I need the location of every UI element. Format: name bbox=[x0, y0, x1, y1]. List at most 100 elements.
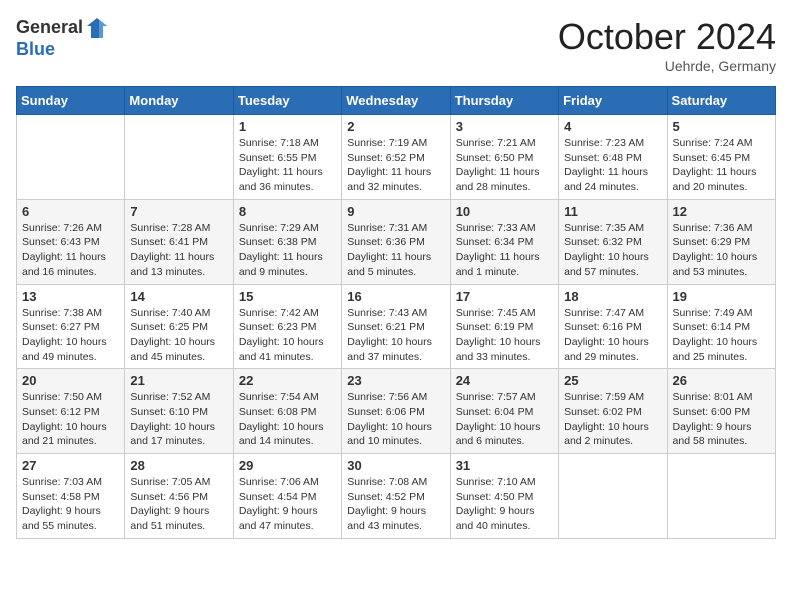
calendar-cell: 25 Sunrise: 7:59 AMSunset: 6:02 PMDayligh… bbox=[559, 369, 667, 454]
logo: General Blue bbox=[16, 16, 109, 60]
logo-icon bbox=[85, 16, 109, 40]
calendar-cell bbox=[667, 454, 775, 539]
day-number: 9 bbox=[347, 204, 444, 219]
calendar-cell: 20Sunrise: 7:50 AMSunset: 6:12 PMDayligh… bbox=[17, 369, 125, 454]
day-info: Sunrise: 7:54 AMSunset: 6:08 PMDaylight:… bbox=[239, 390, 336, 449]
day-number: 18 bbox=[564, 289, 661, 304]
day-info: Sunrise: 7:35 AMSunset: 6:32 PMDaylight:… bbox=[564, 221, 661, 280]
calendar-cell: 18 Sunrise: 7:47 AMSunset: 6:16 PMDayligh… bbox=[559, 284, 667, 369]
day-number: 4 bbox=[564, 119, 661, 134]
day-number: 7 bbox=[130, 204, 227, 219]
page-header: General Blue October 2024 Uehrde, German… bbox=[16, 16, 776, 74]
day-number: 2 bbox=[347, 119, 444, 134]
calendar-cell: 9Sunrise: 7:31 AMSunset: 6:36 PMDaylight… bbox=[342, 199, 450, 284]
calendar-cell: 31 Sunrise: 7:10 AMSunset: 4:50 PMDayligh… bbox=[450, 454, 558, 539]
calendar-cell: 21 Sunrise: 7:52 AMSunset: 6:10 PMDayligh… bbox=[125, 369, 233, 454]
logo-blue-text: Blue bbox=[16, 40, 109, 60]
day-info: Sunrise: 7:38 AMSunset: 6:27 PMDaylight:… bbox=[22, 306, 119, 365]
column-header-saturday: Saturday bbox=[667, 87, 775, 115]
calendar-cell: 11 Sunrise: 7:35 AMSunset: 6:32 PMDayligh… bbox=[559, 199, 667, 284]
column-header-wednesday: Wednesday bbox=[342, 87, 450, 115]
location: Uehrde, Germany bbox=[558, 58, 776, 74]
day-info: Sunrise: 7:56 AMSunset: 6:06 PMDaylight:… bbox=[347, 390, 444, 449]
day-number: 13 bbox=[22, 289, 119, 304]
month-title: October 2024 bbox=[558, 16, 776, 58]
day-info: Sunrise: 7:43 AMSunset: 6:21 PMDaylight:… bbox=[347, 306, 444, 365]
day-info: Sunrise: 7:19 AMSunset: 6:52 PMDaylight:… bbox=[347, 136, 444, 195]
day-info: Sunrise: 7:21 AMSunset: 6:50 PMDaylight:… bbox=[456, 136, 553, 195]
day-info: Sunrise: 7:49 AMSunset: 6:14 PMDaylight:… bbox=[673, 306, 770, 365]
calendar-cell: 19 Sunrise: 7:49 AMSunset: 6:14 PMDayligh… bbox=[667, 284, 775, 369]
day-number: 6 bbox=[22, 204, 119, 219]
calendar-table: SundayMondayTuesdayWednesdayThursdayFrid… bbox=[16, 86, 776, 539]
column-header-monday: Monday bbox=[125, 87, 233, 115]
day-number: 26 bbox=[673, 373, 770, 388]
day-number: 14 bbox=[130, 289, 227, 304]
day-info: Sunrise: 7:42 AMSunset: 6:23 PMDaylight:… bbox=[239, 306, 336, 365]
calendar-cell: 7 Sunrise: 7:28 AMSunset: 6:41 PMDaylight… bbox=[125, 199, 233, 284]
calendar-cell bbox=[17, 115, 125, 200]
day-number: 1 bbox=[239, 119, 336, 134]
calendar-cell: 1 Sunrise: 7:18 AMSunset: 6:55 PMDaylight… bbox=[233, 115, 341, 200]
calendar-cell: 28 Sunrise: 7:05 AMSunset: 4:56 PMDayligh… bbox=[125, 454, 233, 539]
day-number: 24 bbox=[456, 373, 553, 388]
day-info: Sunrise: 7:47 AMSunset: 6:16 PMDaylight:… bbox=[564, 306, 661, 365]
calendar-cell: 17Sunrise: 7:45 AMSunset: 6:19 PMDayligh… bbox=[450, 284, 558, 369]
day-info: Sunrise: 7:05 AMSunset: 4:56 PMDaylight:… bbox=[130, 475, 227, 534]
calendar-cell: 22 Sunrise: 7:54 AMSunset: 6:08 PMDayligh… bbox=[233, 369, 341, 454]
calendar-cell: 24 Sunrise: 7:57 AMSunset: 6:04 PMDayligh… bbox=[450, 369, 558, 454]
calendar-cell: 16 Sunrise: 7:43 AMSunset: 6:21 PMDayligh… bbox=[342, 284, 450, 369]
calendar-cell: 23 Sunrise: 7:56 AMSunset: 6:06 PMDayligh… bbox=[342, 369, 450, 454]
logo-general-text: General bbox=[16, 18, 83, 38]
day-info: Sunrise: 7:50 AMSunset: 6:12 PMDaylight:… bbox=[22, 390, 119, 449]
day-number: 22 bbox=[239, 373, 336, 388]
day-number: 29 bbox=[239, 458, 336, 473]
calendar-cell: 5 Sunrise: 7:24 AMSunset: 6:45 PMDaylight… bbox=[667, 115, 775, 200]
calendar-cell: 3Sunrise: 7:21 AMSunset: 6:50 PMDaylight… bbox=[450, 115, 558, 200]
day-number: 25 bbox=[564, 373, 661, 388]
calendar-cell: 4 Sunrise: 7:23 AMSunset: 6:48 PMDaylight… bbox=[559, 115, 667, 200]
day-info: Sunrise: 7:33 AMSunset: 6:34 PMDaylight:… bbox=[456, 221, 553, 280]
day-number: 5 bbox=[673, 119, 770, 134]
day-number: 16 bbox=[347, 289, 444, 304]
calendar-cell: 27 Sunrise: 7:03 AMSunset: 4:58 PMDayligh… bbox=[17, 454, 125, 539]
day-info: Sunrise: 7:03 AMSunset: 4:58 PMDaylight:… bbox=[22, 475, 119, 534]
day-number: 28 bbox=[130, 458, 227, 473]
day-info: Sunrise: 7:06 AMSunset: 4:54 PMDaylight:… bbox=[239, 475, 336, 534]
calendar-cell: 29 Sunrise: 7:06 AMSunset: 4:54 PMDayligh… bbox=[233, 454, 341, 539]
day-info: Sunrise: 7:52 AMSunset: 6:10 PMDaylight:… bbox=[130, 390, 227, 449]
day-number: 12 bbox=[673, 204, 770, 219]
day-info: Sunrise: 7:28 AMSunset: 6:41 PMDaylight:… bbox=[130, 221, 227, 280]
calendar-cell: 6 Sunrise: 7:26 AMSunset: 6:43 PMDaylight… bbox=[17, 199, 125, 284]
day-number: 11 bbox=[564, 204, 661, 219]
day-info: Sunrise: 7:10 AMSunset: 4:50 PMDaylight:… bbox=[456, 475, 553, 534]
day-info: Sunrise: 7:57 AMSunset: 6:04 PMDaylight:… bbox=[456, 390, 553, 449]
day-info: Sunrise: 8:01 AMSunset: 6:00 PMDaylight:… bbox=[673, 390, 770, 449]
day-number: 23 bbox=[347, 373, 444, 388]
calendar-cell: 14Sunrise: 7:40 AMSunset: 6:25 PMDayligh… bbox=[125, 284, 233, 369]
title-area: October 2024 Uehrde, Germany bbox=[558, 16, 776, 74]
day-info: Sunrise: 7:18 AMSunset: 6:55 PMDaylight:… bbox=[239, 136, 336, 195]
day-number: 19 bbox=[673, 289, 770, 304]
day-info: Sunrise: 7:36 AMSunset: 6:29 PMDaylight:… bbox=[673, 221, 770, 280]
day-number: 21 bbox=[130, 373, 227, 388]
day-number: 31 bbox=[456, 458, 553, 473]
calendar-cell: 26 Sunrise: 8:01 AMSunset: 6:00 PMDayligh… bbox=[667, 369, 775, 454]
calendar-cell: 10Sunrise: 7:33 AMSunset: 6:34 PMDayligh… bbox=[450, 199, 558, 284]
column-header-friday: Friday bbox=[559, 87, 667, 115]
calendar-cell: 8 Sunrise: 7:29 AMSunset: 6:38 PMDaylight… bbox=[233, 199, 341, 284]
day-info: Sunrise: 7:08 AMSunset: 4:52 PMDaylight:… bbox=[347, 475, 444, 534]
calendar-cell: 12 Sunrise: 7:36 AMSunset: 6:29 PMDayligh… bbox=[667, 199, 775, 284]
day-number: 8 bbox=[239, 204, 336, 219]
calendar-cell: 13 Sunrise: 7:38 AMSunset: 6:27 PMDayligh… bbox=[17, 284, 125, 369]
day-info: Sunrise: 7:24 AMSunset: 6:45 PMDaylight:… bbox=[673, 136, 770, 195]
day-number: 30 bbox=[347, 458, 444, 473]
day-info: Sunrise: 7:29 AMSunset: 6:38 PMDaylight:… bbox=[239, 221, 336, 280]
day-info: Sunrise: 7:23 AMSunset: 6:48 PMDaylight:… bbox=[564, 136, 661, 195]
day-info: Sunrise: 7:59 AMSunset: 6:02 PMDaylight:… bbox=[564, 390, 661, 449]
day-number: 27 bbox=[22, 458, 119, 473]
day-info: Sunrise: 7:26 AMSunset: 6:43 PMDaylight:… bbox=[22, 221, 119, 280]
calendar-cell bbox=[125, 115, 233, 200]
calendar-cell: 2 Sunrise: 7:19 AMSunset: 6:52 PMDaylight… bbox=[342, 115, 450, 200]
column-header-tuesday: Tuesday bbox=[233, 87, 341, 115]
